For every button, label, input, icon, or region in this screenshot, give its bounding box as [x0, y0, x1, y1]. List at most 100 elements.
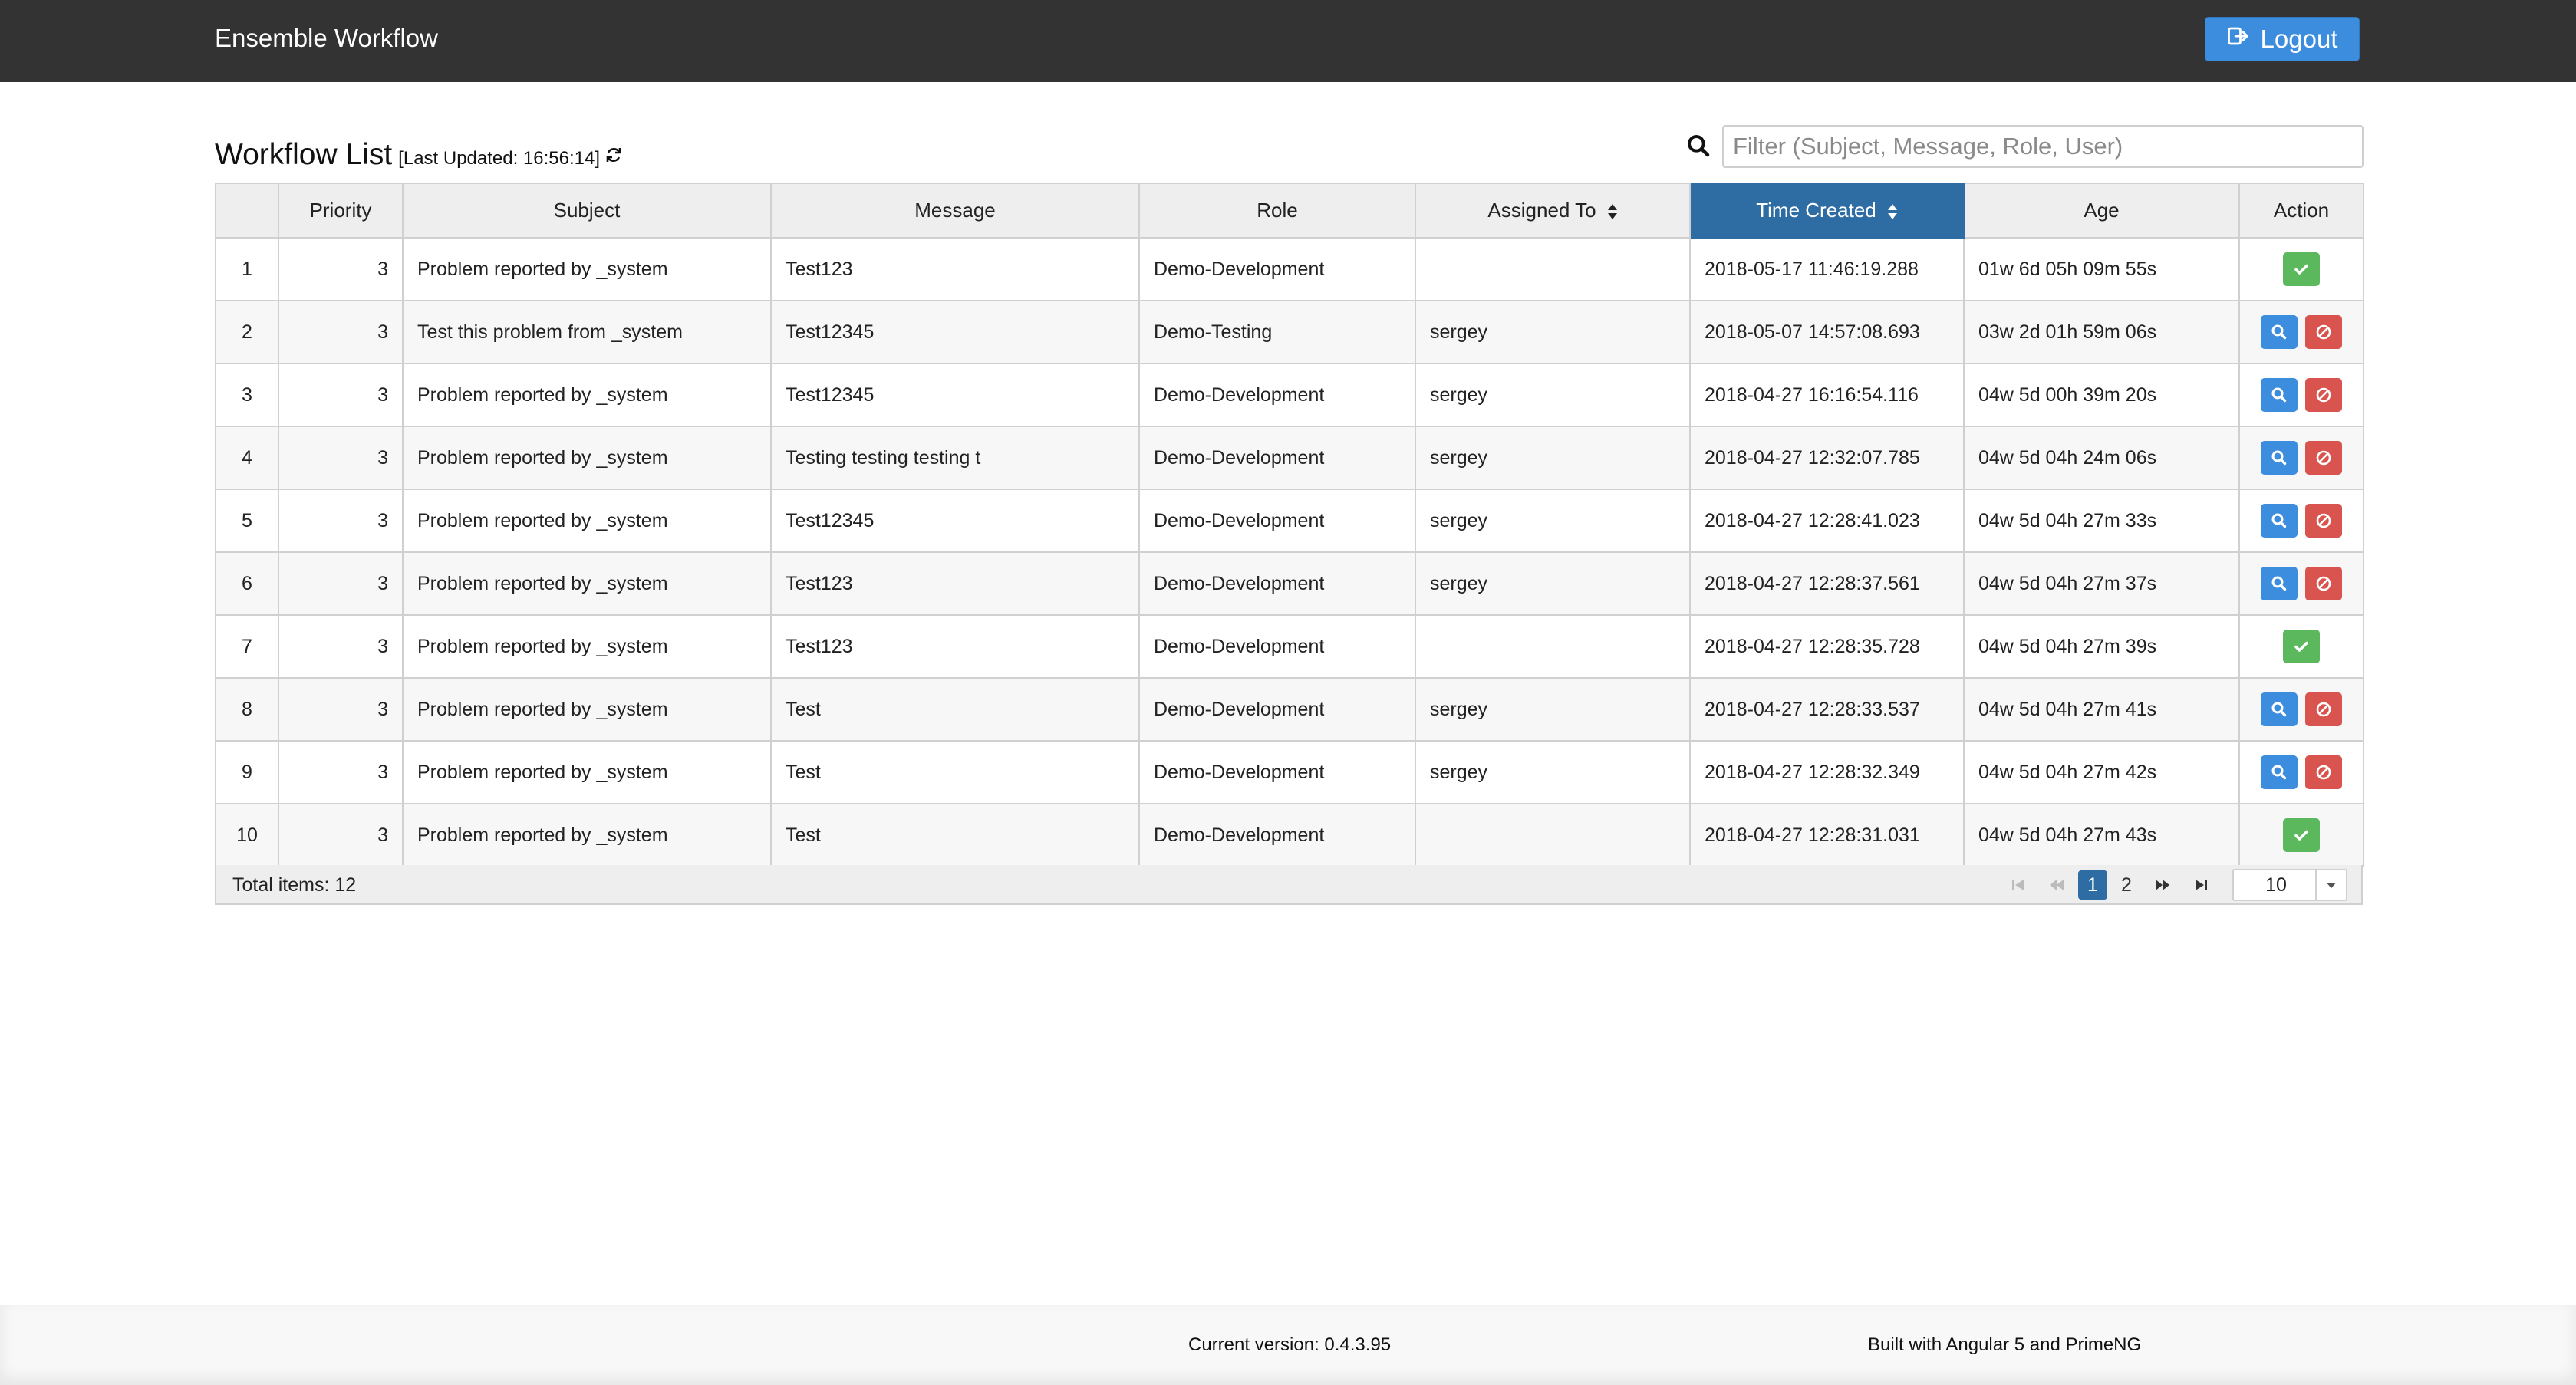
table-row[interactable]: 3 3 Problem reported by _system Test12345 De… [215, 363, 2364, 427]
subject-cell: Problem reported by _system [402, 426, 772, 490]
priority-cell: 3 [278, 614, 404, 679]
sort-icon[interactable] [1607, 202, 1618, 221]
age-cell: 04w 5d 04h 24m 06s [1963, 426, 2240, 490]
approve-button[interactable] [2283, 818, 2320, 852]
check-icon [2292, 637, 2311, 656]
view-button[interactable] [2261, 567, 2298, 600]
table-row[interactable]: 7 3 Problem reported by _system Test123 Demo… [215, 614, 2364, 679]
column-header-priority[interactable]: Priority [278, 183, 404, 239]
time-created-cell: 2018-04-27 16:16:54.116 [1689, 363, 1965, 427]
page-footer: Current version: 0.4.3.95 Built with Ang… [0, 1305, 2576, 1385]
role-cell: Demo-Development [1138, 551, 1416, 616]
cancel-button[interactable] [2305, 441, 2342, 475]
row-number-cell: 10 [215, 803, 279, 867]
time-created-cell: 2018-04-27 12:28:41.023 [1689, 489, 1965, 553]
next-page-button[interactable] [2148, 870, 2177, 900]
view-button[interactable] [2261, 441, 2298, 475]
table-row[interactable]: 4 3 Problem reported by _system Testing tes… [215, 426, 2364, 490]
top-navbar: Ensemble Workflow Logout [0, 0, 2576, 82]
column-label: Age [2084, 199, 2120, 222]
view-button[interactable] [2261, 315, 2298, 349]
filter-input[interactable] [1722, 125, 2364, 168]
priority-cell: 3 [278, 426, 404, 490]
column-header-subject[interactable]: Subject [402, 183, 772, 239]
time-created-cell: 2018-04-27 12:28:33.537 [1689, 677, 1965, 742]
row-number-cell: 5 [215, 489, 279, 553]
column-header-age[interactable]: Age [1963, 183, 2240, 239]
table-row[interactable]: 10 3 Problem reported by _system Test Demo-D… [215, 803, 2364, 867]
action-cell [2238, 677, 2364, 742]
assigned-to-cell: sergey [1415, 677, 1691, 742]
column-label: Action [2273, 199, 2330, 222]
message-cell: Testing testing testing t [770, 426, 1140, 490]
page-title: Workflow List [215, 138, 393, 171]
cancel-button[interactable] [2305, 378, 2342, 412]
search-icon [2270, 323, 2288, 341]
role-cell: Demo-Testing [1138, 300, 1416, 364]
time-created-cell: 2018-04-27 12:28:37.561 [1689, 551, 1965, 616]
action-cell [2238, 614, 2364, 679]
assigned-to-cell: sergey [1415, 489, 1691, 553]
logout-icon [2227, 25, 2250, 54]
role-cell: Demo-Development [1138, 426, 1416, 490]
age-cell: 04w 5d 04h 27m 43s [1963, 803, 2240, 867]
table-header-row: Priority Subject Message Role Assigned T… [215, 183, 2364, 239]
last-page-button[interactable] [2186, 870, 2215, 900]
age-cell: 04w 5d 04h 27m 41s [1963, 677, 2240, 742]
table-row[interactable]: 2 3 Test this problem from _system Test1234… [215, 300, 2364, 364]
column-label: Subject [553, 199, 621, 222]
list-title-row: Workflow List [Last Updated: 16:56:14] [215, 138, 623, 176]
column-header-action: Action [2238, 183, 2364, 239]
approve-button[interactable] [2283, 630, 2320, 663]
row-number-cell: 1 [215, 237, 279, 301]
column-label: Message [914, 199, 996, 222]
app-brand[interactable]: Ensemble Workflow [215, 23, 438, 54]
message-cell: Test123 [770, 551, 1140, 616]
page-2-button[interactable]: 2 [2112, 870, 2141, 900]
cancel-button[interactable] [2305, 567, 2342, 600]
time-created-cell: 2018-05-07 14:57:08.693 [1689, 300, 1965, 364]
logout-button[interactable]: Logout [2205, 17, 2360, 61]
sort-icon[interactable] [1887, 202, 1898, 221]
table-row[interactable]: 6 3 Problem reported by _system Test123 Demo… [215, 551, 2364, 616]
cancel-button[interactable] [2305, 315, 2342, 349]
table-row[interactable]: 9 3 Problem reported by _system Test Demo-De… [215, 740, 2364, 804]
first-page-button[interactable] [2004, 870, 2033, 900]
chevron-down-icon [2315, 870, 2346, 900]
role-cell: Demo-Development [1138, 489, 1416, 553]
refresh-icon[interactable] [604, 146, 623, 164]
cancel-button[interactable] [2305, 692, 2342, 726]
cancel-button[interactable] [2305, 755, 2342, 789]
column-header-assigned-to[interactable]: Assigned To [1415, 183, 1691, 239]
column-header-message[interactable]: Message [770, 183, 1140, 239]
role-cell: Demo-Development [1138, 614, 1416, 679]
rows-per-page-value: 10 [2265, 873, 2287, 896]
time-created-cell: 2018-05-17 11:46:19.288 [1689, 237, 1965, 301]
age-cell: 04w 5d 04h 27m 39s [1963, 614, 2240, 679]
rows-per-page-dropdown[interactable]: 10 [2232, 869, 2347, 901]
action-cell [2238, 740, 2364, 804]
check-icon [2292, 260, 2311, 278]
message-cell: Test [770, 740, 1140, 804]
ban-icon [2314, 449, 2333, 467]
search-icon [2270, 574, 2288, 593]
row-number-cell: 2 [215, 300, 279, 364]
column-header-role[interactable]: Role [1138, 183, 1416, 239]
priority-cell: 3 [278, 489, 404, 553]
column-header-time-created[interactable]: Time Created [1689, 183, 1965, 239]
view-button[interactable] [2261, 692, 2298, 726]
approve-button[interactable] [2283, 252, 2320, 286]
priority-cell: 3 [278, 300, 404, 364]
view-button[interactable] [2261, 504, 2298, 538]
cancel-button[interactable] [2305, 504, 2342, 538]
view-button[interactable] [2261, 755, 2298, 789]
assigned-to-cell: sergey [1415, 300, 1691, 364]
message-cell: Test [770, 677, 1140, 742]
table-row[interactable]: 8 3 Problem reported by _system Test Demo-De… [215, 677, 2364, 742]
view-button[interactable] [2261, 378, 2298, 412]
time-created-cell: 2018-04-27 12:32:07.785 [1689, 426, 1965, 490]
table-row[interactable]: 1 3 Problem reported by _system Test123 Demo… [215, 237, 2364, 301]
table-row[interactable]: 5 3 Problem reported by _system Test12345 De… [215, 489, 2364, 553]
previous-page-button[interactable] [2042, 870, 2071, 900]
page-1-button[interactable]: 1 [2078, 870, 2107, 900]
